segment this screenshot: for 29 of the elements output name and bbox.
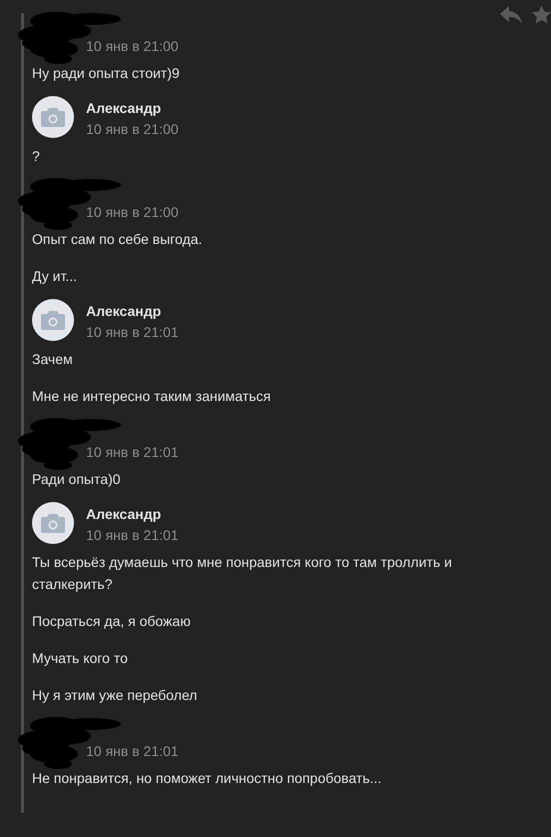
message-time: 10 янв в 21:00 [86, 121, 178, 137]
message-text: Ну я этим уже переболел [32, 686, 198, 705]
camera-icon [41, 514, 65, 532]
message-text: Ради опыта)0 [32, 470, 122, 489]
message-time: 10 янв в 21:00 [86, 38, 178, 54]
message-text: ? [32, 147, 41, 166]
message-text: Зачем [32, 350, 74, 369]
message-text: Мне не интересно таким заниматься [32, 387, 272, 406]
star-icon[interactable] [532, 5, 551, 24]
message-text: Не понравится, но поможет личностно попробовать... [32, 769, 382, 788]
message-text: Посраться да, я обожаю [32, 612, 192, 631]
message-text: Ду ит... [32, 267, 78, 286]
message-time: 10 янв в 21:01 [86, 527, 178, 543]
message-text: Опыт сам по себе выгода. [32, 230, 204, 249]
message-text: Мучать кого то [32, 649, 129, 668]
message-time: 10 янв в 21:01 [86, 324, 178, 340]
avatar[interactable] [32, 502, 74, 544]
message-time: 10 янв в 21:00 [86, 204, 178, 220]
author-name[interactable]: Александр [86, 100, 178, 116]
author-name[interactable]: Александр [86, 303, 178, 319]
message-text: Ну ради опыта стоит)9 [32, 64, 181, 83]
avatar[interactable] [32, 96, 74, 138]
author-name[interactable]: Александр [86, 506, 178, 522]
message-text: Ты всерьёз думаешь что мне понравится кого то там троллить и сталкерить? [32, 553, 452, 594]
message-time: 10 янв в 21:01 [86, 444, 178, 460]
avatar[interactable] [32, 299, 74, 341]
camera-icon [41, 310, 65, 330]
message-time: 10 янв в 21:01 [86, 743, 178, 759]
camera-icon [41, 108, 65, 126]
